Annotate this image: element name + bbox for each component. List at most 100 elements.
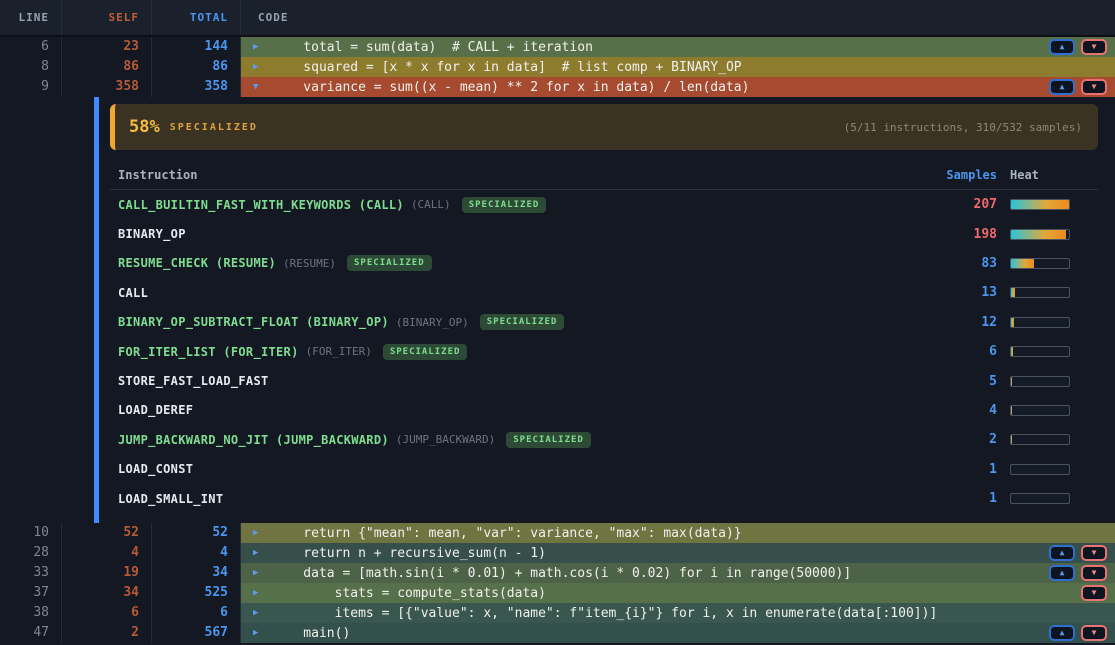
code-text: variance = sum((x - mean) ** 2 for x in … <box>272 80 749 95</box>
heat-bar <box>1010 258 1070 269</box>
table-row[interactable]: 33 19 34 ▶ data = [math.sin(i * 0.01) + … <box>0 563 1115 583</box>
instruction-column-header: Instruction <box>110 168 927 182</box>
heat-cell <box>1010 434 1098 445</box>
jump-down-button[interactable]: ▼ <box>1081 39 1107 55</box>
line-number: 8 <box>0 57 62 77</box>
instruction-name: CALL <box>118 286 148 300</box>
samples-count: 1 <box>927 462 997 477</box>
expand-chevron-icon[interactable]: ▶ <box>253 608 265 618</box>
expand-chevron-icon[interactable]: ▶ <box>253 568 265 578</box>
heat-fill <box>1011 230 1066 239</box>
expand-chevron-icon[interactable]: ▶ <box>253 62 265 72</box>
line-number: 28 <box>0 543 62 563</box>
total-samples: 144 <box>152 37 241 57</box>
specialized-percent: 58% <box>129 117 160 137</box>
heat-bar <box>1010 434 1070 445</box>
heat-cell <box>1010 287 1098 298</box>
self-samples: 358 <box>62 77 152 97</box>
samples-count: 12 <box>927 315 997 330</box>
table-header-row: LINE SELF TOTAL CODE <box>0 0 1115 37</box>
jump-down-button[interactable]: ▼ <box>1081 585 1107 601</box>
code-cell[interactable]: ▶ stats = compute_stats(data) ▼ <box>241 583 1115 603</box>
row-buttons: ▲▼ <box>1049 545 1115 561</box>
jump-up-button[interactable]: ▲ <box>1049 79 1075 95</box>
table-row[interactable]: 8 86 86 ▶ squared = [x * x for x in data… <box>0 57 1115 77</box>
instruction-name-cell: CALL_BUILTIN_FAST_WITH_KEYWORDS (CALL) (… <box>110 197 927 213</box>
total-samples: 52 <box>152 523 241 543</box>
table-row[interactable]: 6 23 144 ▶ total = sum(data) # CALL + it… <box>0 37 1115 57</box>
samples-count: 4 <box>927 403 997 418</box>
profiler-app: LINE SELF TOTAL CODE 6 23 144 ▶ total = … <box>0 0 1115 645</box>
code-cell[interactable]: ▶ data = [math.sin(i * 0.01) + math.cos(… <box>241 563 1115 583</box>
self-samples: 52 <box>62 523 152 543</box>
heat-cell <box>1010 493 1098 504</box>
code-cell[interactable]: ▼ variance = sum((x - mean) ** 2 for x i… <box>241 77 1115 97</box>
instruction-name-cell: JUMP_BACKWARD_NO_JIT (JUMP_BACKWARD) (JU… <box>110 432 927 448</box>
heat-fill <box>1011 347 1013 356</box>
instruction-row: LOAD_DEREF 4 <box>110 396 1098 425</box>
jump-down-button[interactable]: ▼ <box>1081 545 1107 561</box>
heat-cell <box>1010 229 1098 240</box>
self-samples: 4 <box>62 543 152 563</box>
code-text: return {"mean": mean, "var": variance, "… <box>272 526 742 541</box>
jump-down-button[interactable]: ▼ <box>1081 79 1107 95</box>
expand-chevron-icon[interactable]: ▶ <box>253 628 265 638</box>
heat-cell <box>1010 346 1098 357</box>
table-row[interactable]: 10 52 52 ▶ return {"mean": mean, "var": … <box>0 523 1115 543</box>
expand-chevron-icon[interactable]: ▼ <box>253 82 265 92</box>
code-cell[interactable]: ▶ squared = [x * x for x in data] # list… <box>241 57 1115 77</box>
table-row[interactable]: 28 4 4 ▶ return n + recursive_sum(n - 1)… <box>0 543 1115 563</box>
instruction-row: BINARY_OP 198 <box>110 219 1098 248</box>
heat-bar <box>1010 317 1070 328</box>
table-row[interactable]: 37 34 525 ▶ stats = compute_stats(data) … <box>0 583 1115 603</box>
instruction-name: RESUME_CHECK (RESUME) <box>118 256 276 270</box>
jump-up-button[interactable]: ▲ <box>1049 565 1075 581</box>
instruction-name-cell: LOAD_SMALL_INT <box>110 492 927 506</box>
line-number: 9 <box>0 77 62 97</box>
specialized-badge: SPECIALIZED <box>383 344 468 360</box>
instruction-name-cell: BINARY_OP_SUBTRACT_FLOAT (BINARY_OP) (BI… <box>110 314 927 330</box>
self-samples: 86 <box>62 57 152 77</box>
expand-chevron-icon[interactable]: ▶ <box>253 528 265 538</box>
instruction-row: CALL 13 <box>110 278 1098 307</box>
table-row[interactable]: 9 358 358 ▼ variance = sum((x - mean) **… <box>0 77 1115 97</box>
heat-bar <box>1010 346 1070 357</box>
line-number: 37 <box>0 583 62 603</box>
jump-down-button[interactable]: ▼ <box>1081 625 1107 641</box>
jump-down-button[interactable]: ▼ <box>1081 565 1107 581</box>
code-cell[interactable]: ▶ return {"mean": mean, "var": variance,… <box>241 523 1115 543</box>
jump-up-button[interactable]: ▲ <box>1049 545 1075 561</box>
expand-chevron-icon[interactable]: ▶ <box>253 588 265 598</box>
code-rows-top: 6 23 144 ▶ total = sum(data) # CALL + it… <box>0 37 1115 97</box>
expand-chevron-icon[interactable]: ▶ <box>253 548 265 558</box>
total-samples: 525 <box>152 583 241 603</box>
code-cell[interactable]: ▶ total = sum(data) # CALL + iteration ▲… <box>241 37 1115 57</box>
instruction-name-cell: FOR_ITER_LIST (FOR_ITER) (FOR_ITER) SPEC… <box>110 344 927 360</box>
code-cell[interactable]: ▶ main() ▲▼ <box>241 623 1115 643</box>
heat-bar <box>1010 376 1070 387</box>
heat-fill <box>1011 435 1012 444</box>
table-row[interactable]: 47 2 567 ▶ main() ▲▼ <box>0 623 1115 643</box>
line-number: 10 <box>0 523 62 543</box>
instruction-row: LOAD_CONST 1 <box>110 455 1098 484</box>
heat-bar <box>1010 405 1070 416</box>
heat-fill <box>1011 259 1034 268</box>
jump-up-button[interactable]: ▲ <box>1049 39 1075 55</box>
code-text: data = [math.sin(i * 0.01) + math.cos(i … <box>272 566 851 581</box>
samples-count: 5 <box>927 374 997 389</box>
code-cell[interactable]: ▶ return n + recursive_sum(n - 1) ▲▼ <box>241 543 1115 563</box>
instruction-name-cell: LOAD_CONST <box>110 462 927 476</box>
instruction-name: STORE_FAST_LOAD_FAST <box>118 374 269 388</box>
table-row[interactable]: 38 6 6 ▶ items = [{"value": x, "name": f… <box>0 603 1115 623</box>
line-number: 6 <box>0 37 62 57</box>
column-header-total: TOTAL <box>152 0 241 35</box>
instruction-name-cell: CALL <box>110 286 927 300</box>
instruction-name-cell: STORE_FAST_LOAD_FAST <box>110 374 927 388</box>
heat-fill <box>1011 318 1014 327</box>
jump-up-button[interactable]: ▲ <box>1049 625 1075 641</box>
code-cell[interactable]: ▶ items = [{"value": x, "name": f"item_{… <box>241 603 1115 623</box>
instruction-base: (BINARY_OP) <box>396 316 469 329</box>
instruction-base: (CALL) <box>411 198 451 211</box>
expand-chevron-icon[interactable]: ▶ <box>253 42 265 52</box>
instruction-row: JUMP_BACKWARD_NO_JIT (JUMP_BACKWARD) (JU… <box>110 425 1098 454</box>
